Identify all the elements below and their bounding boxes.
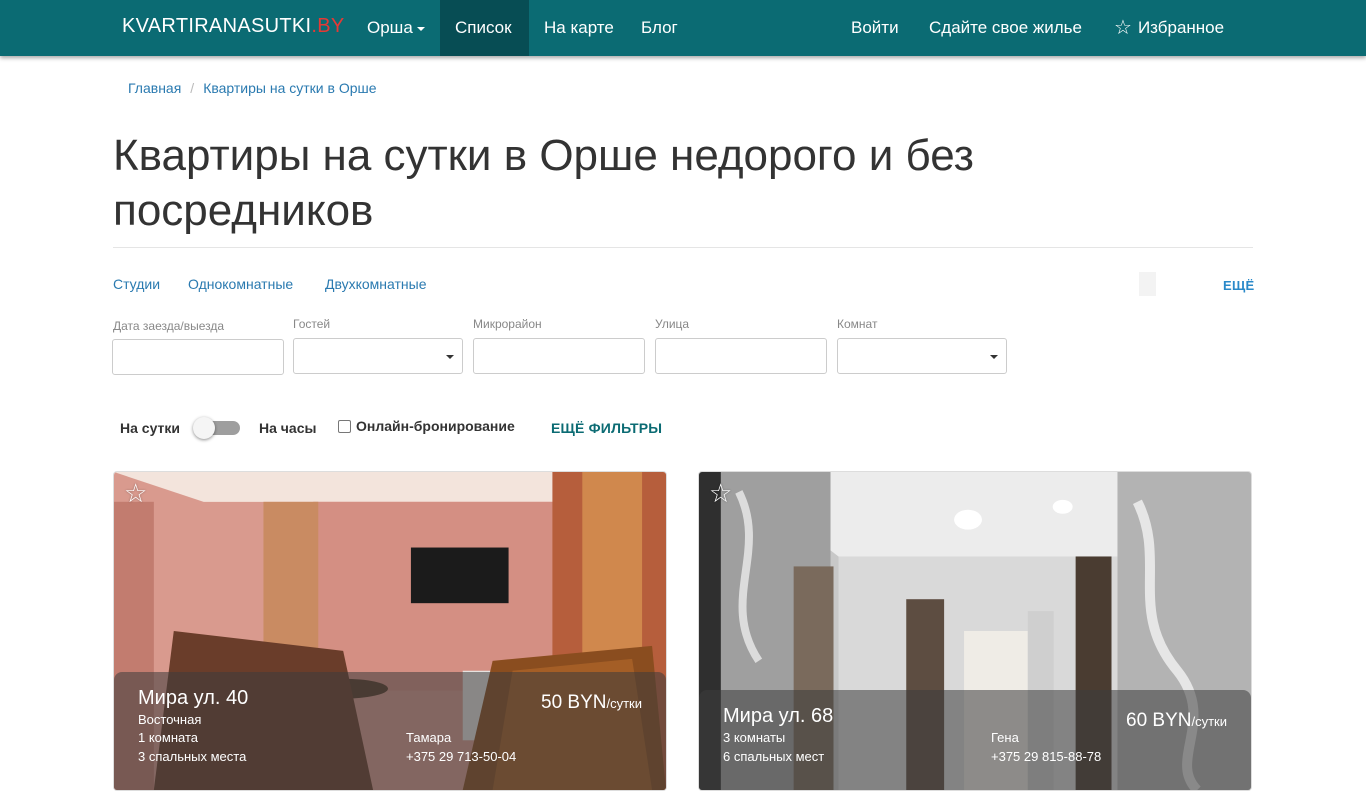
listing-card[interactable]: ☆ Мира ул. 68 3 комнаты 6 спальных мест … xyxy=(698,471,1252,791)
toggle-knob[interactable] xyxy=(193,417,215,439)
listing-info-panel: Мира ул. 40 Восточная 1 комната 3 спальн… xyxy=(114,672,666,790)
listing-beds: 6 спальных мест xyxy=(723,749,825,764)
street-label: Улица xyxy=(655,317,690,331)
nav-blog-label: Блог xyxy=(641,18,678,37)
chevron-down-icon xyxy=(416,26,425,31)
price-value: 60 BYN xyxy=(1126,710,1192,731)
favorites-link[interactable]: ☆ Избранное xyxy=(1099,0,1239,56)
brand-domain: .BY xyxy=(311,15,345,37)
price-unit: /сутки xyxy=(606,696,642,711)
listing-district: Восточная xyxy=(138,712,202,727)
brand-name: KVARTIRANASUTKI xyxy=(122,15,312,37)
nav-map-label: На карте xyxy=(544,18,614,37)
street-input[interactable] xyxy=(655,338,827,374)
favorites-label: Избранное xyxy=(1137,18,1225,37)
listing-info-panel: Мира ул. 68 3 комнаты 6 спальных мест 60… xyxy=(699,690,1251,790)
price-value: 50 BYN xyxy=(541,692,607,713)
rent-out-label: Сдайте свое жилье xyxy=(929,18,1082,37)
listing-price: 60 BYN/сутки xyxy=(1126,710,1227,732)
breadcrumb-current[interactable]: Квартиры на сутки в Орше xyxy=(203,80,376,96)
breadcrumb: Главная / Квартиры на сутки в Орше xyxy=(128,80,377,96)
nav-blog[interactable]: Блог xyxy=(626,0,693,56)
listing-phone[interactable]: +375 29 815-88-78 xyxy=(991,749,1101,764)
favorite-star-icon[interactable]: ☆ xyxy=(124,478,147,509)
star-outline-icon: ☆ xyxy=(1114,17,1132,39)
guests-label: Гостей xyxy=(293,317,331,331)
category-studios[interactable]: Студии xyxy=(113,276,160,292)
listing-owner: Тамара xyxy=(406,730,452,745)
listing-price: 50 BYN/сутки xyxy=(541,692,642,714)
per-hour-label: На часы xyxy=(259,420,317,436)
page-title: Квартиры на сутки в Орше недорого и без … xyxy=(113,131,974,235)
breadcrumb-home[interactable]: Главная xyxy=(128,80,181,96)
guests-select[interactable] xyxy=(293,338,463,374)
listing-address[interactable]: Мира ул. 40 xyxy=(138,687,248,710)
title-divider xyxy=(113,247,1253,248)
category-one-room[interactable]: Однокомнатные xyxy=(188,276,293,292)
listing-rooms: 1 комната xyxy=(138,730,199,745)
district-input[interactable] xyxy=(473,338,645,374)
listing-address[interactable]: Мира ул. 68 xyxy=(723,705,833,728)
nav-list-label: Список xyxy=(455,18,512,37)
rooms-select[interactable] xyxy=(837,338,1007,374)
online-booking-label[interactable]: Онлайн-бронирование xyxy=(356,418,515,434)
district-label: Микрорайон xyxy=(473,317,542,331)
login-link[interactable]: Войти xyxy=(836,0,914,56)
listing-card[interactable]: ☆ Мира ул. 40 Восточная 1 комната 3 спал… xyxy=(113,471,667,791)
listing-phone[interactable]: +375 29 713-50-04 xyxy=(406,749,516,764)
more-categories-link[interactable]: ЕЩЁ xyxy=(1223,278,1255,293)
city-label: Орша xyxy=(367,18,413,37)
site-logo[interactable]: KVARTIRANASUTKI.BY xyxy=(122,15,345,38)
top-navbar: KVARTIRANASUTKI.BY Орша Список На карте … xyxy=(0,0,1366,56)
dates-label: Дата заезда/выезда xyxy=(113,319,225,333)
placeholder-block xyxy=(1139,272,1156,296)
rent-out-link[interactable]: Сдайте свое жилье xyxy=(914,0,1097,56)
favorite-star-icon[interactable]: ☆ xyxy=(709,478,732,509)
nav-map[interactable]: На карте xyxy=(529,0,629,56)
per-day-label: На сутки xyxy=(120,420,180,436)
login-label: Войти xyxy=(851,18,899,37)
chevron-down-icon xyxy=(446,355,454,359)
dates-input[interactable] xyxy=(112,339,284,375)
rooms-label: Комнат xyxy=(837,317,878,331)
city-dropdown[interactable]: Орша xyxy=(352,0,440,56)
listing-owner: Гена xyxy=(991,730,1019,745)
listing-rooms: 3 комнаты xyxy=(723,730,786,745)
chevron-down-icon xyxy=(990,355,998,359)
breadcrumb-separator: / xyxy=(190,80,195,96)
listing-beds: 3 спальных места xyxy=(138,749,247,764)
online-booking-checkbox[interactable] xyxy=(338,420,351,433)
nav-list[interactable]: Список xyxy=(440,0,529,56)
price-unit: /сутки xyxy=(1191,714,1227,729)
more-filters-link[interactable]: ЕЩЁ ФИЛЬТРЫ xyxy=(551,420,662,436)
category-two-room[interactable]: Двухкомнатные xyxy=(325,276,427,292)
